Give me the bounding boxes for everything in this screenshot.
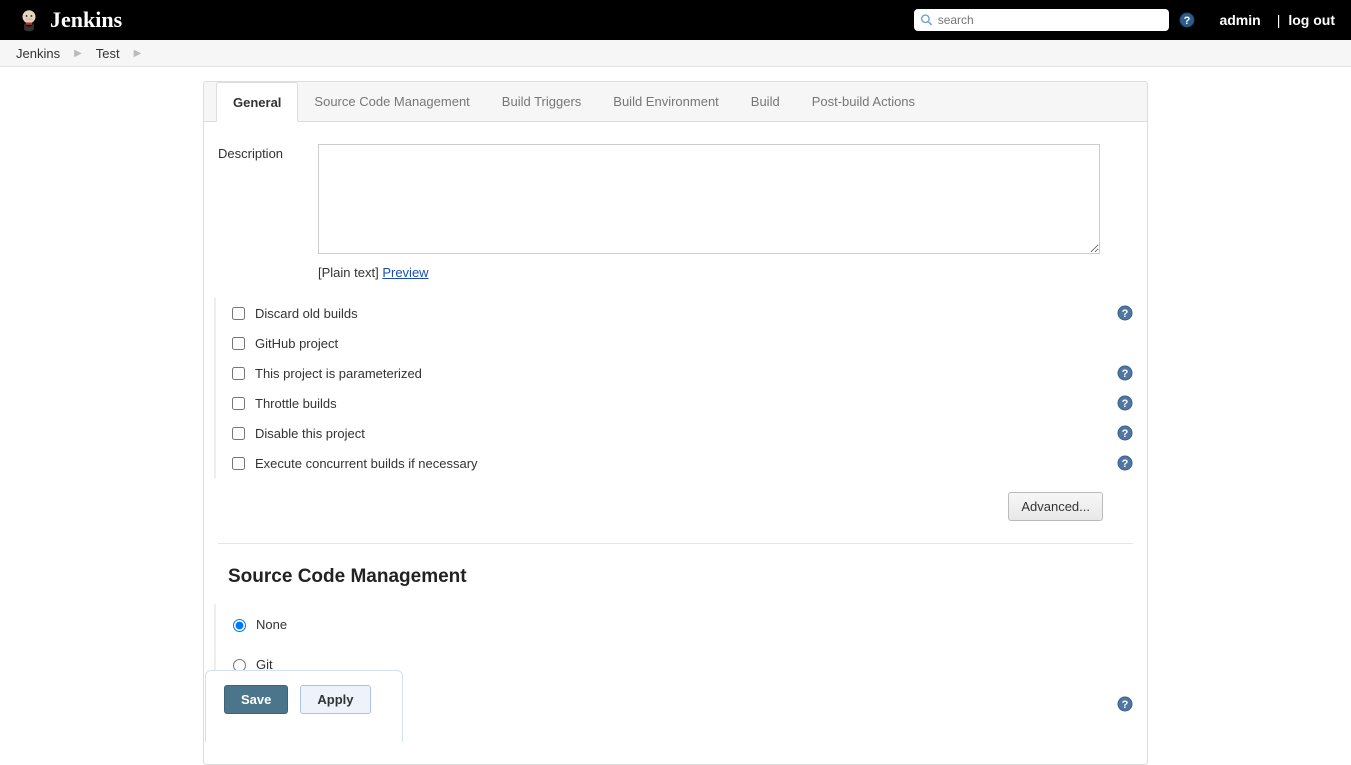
checkbox-disable-project[interactable] xyxy=(232,427,245,440)
tab-post-build[interactable]: Post-build Actions xyxy=(796,82,931,121)
breadcrumb-item[interactable]: Test xyxy=(96,46,120,61)
logout-link[interactable]: log out xyxy=(1288,12,1335,28)
preview-link[interactable]: Preview xyxy=(382,265,428,280)
option-label: This project is parameterized xyxy=(255,366,422,381)
save-button[interactable]: Save xyxy=(224,685,288,714)
header-help-icon[interactable] xyxy=(1179,12,1195,28)
option-label: Execute concurrent builds if necessary xyxy=(255,456,478,471)
checkbox-github-project[interactable] xyxy=(232,337,245,350)
description-input[interactable] xyxy=(318,144,1100,254)
top-header: Jenkins admin | log out xyxy=(0,0,1351,40)
chevron-right-icon: ▶ xyxy=(134,48,142,59)
help-icon[interactable] xyxy=(1117,305,1133,321)
tab-build-environment[interactable]: Build Environment xyxy=(597,82,735,121)
footer-action-bar: Save Apply xyxy=(205,670,403,742)
checkbox-discard-old[interactable] xyxy=(232,307,245,320)
help-icon[interactable] xyxy=(1117,365,1133,381)
apply-button[interactable]: Apply xyxy=(300,685,370,714)
tab-general[interactable]: General xyxy=(216,82,298,122)
checkbox-throttle[interactable] xyxy=(232,397,245,410)
checkbox-concurrent[interactable] xyxy=(232,457,245,470)
breadcrumb-bar: Jenkins ▶ Test ▶ xyxy=(0,40,1351,67)
brand-logo[interactable]: Jenkins xyxy=(16,7,122,33)
config-panel: General Source Code Management Build Tri… xyxy=(203,81,1148,765)
search-icon xyxy=(920,13,933,27)
radio-label: None xyxy=(256,617,287,632)
chevron-right-icon: ▶ xyxy=(74,48,82,59)
help-icon[interactable] xyxy=(1117,696,1133,712)
scm-heading: Source Code Management xyxy=(228,566,1133,588)
search-input[interactable] xyxy=(934,12,1164,28)
breadcrumb-item[interactable]: Jenkins xyxy=(16,46,60,61)
header-separator: | xyxy=(1277,12,1281,28)
advanced-button[interactable]: Advanced... xyxy=(1008,492,1103,521)
checkbox-parameterized[interactable] xyxy=(232,367,245,380)
option-label: Throttle builds xyxy=(255,396,337,411)
plain-text-label: [Plain text] xyxy=(318,265,379,280)
tab-build-triggers[interactable]: Build Triggers xyxy=(486,82,597,121)
config-tabs: General Source Code Management Build Tri… xyxy=(204,82,1147,122)
help-icon[interactable] xyxy=(1117,455,1133,471)
search-box[interactable] xyxy=(914,9,1169,31)
option-label: Disable this project xyxy=(255,426,365,441)
option-label: GitHub project xyxy=(255,336,338,351)
jenkins-icon xyxy=(16,7,42,33)
option-label: Discard old builds xyxy=(255,306,358,321)
description-label: Description xyxy=(218,144,318,280)
help-icon[interactable] xyxy=(1117,395,1133,411)
radio-scm-none[interactable] xyxy=(233,619,246,632)
brand-text: Jenkins xyxy=(50,7,122,33)
tab-build[interactable]: Build xyxy=(735,82,796,121)
section-divider xyxy=(218,543,1133,544)
tab-scm[interactable]: Source Code Management xyxy=(298,82,485,121)
help-icon[interactable] xyxy=(1117,425,1133,441)
current-user-link[interactable]: admin xyxy=(1219,12,1260,28)
